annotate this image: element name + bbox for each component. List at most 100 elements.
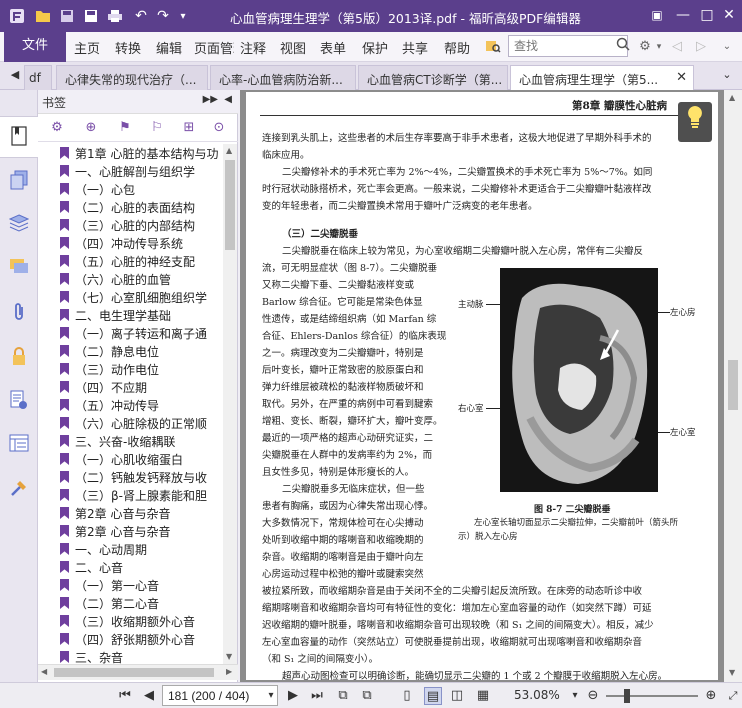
print-icon[interactable] — [106, 7, 124, 25]
menu-share[interactable]: 共享 — [402, 38, 428, 57]
continuous-view-icon[interactable]: ▤ — [424, 687, 442, 705]
first-page-icon[interactable]: ⏮ — [116, 687, 134, 705]
bookmark-item[interactable]: （二）第二心音 — [60, 594, 159, 612]
bookmark-item[interactable]: 一、心脏解剖与组织学 — [60, 162, 195, 180]
bookmark-item[interactable]: 第2章 心音与杂音 — [60, 522, 170, 540]
menu-comment[interactable]: 注释 — [240, 38, 266, 57]
bookmark-item[interactable]: 三、杂音 — [60, 648, 123, 664]
menu-convert[interactable]: 转换 — [115, 38, 141, 57]
customize-dropdown-icon[interactable]: ▾ — [174, 7, 192, 25]
bookmark-item[interactable]: （四）不应期 — [60, 378, 147, 396]
save-icon[interactable] — [58, 7, 76, 25]
tell-me-icon[interactable] — [484, 38, 502, 56]
last-page-icon[interactable]: ⏭ — [308, 687, 326, 705]
new-bookmark-page-icon[interactable]: ⊞ — [180, 119, 198, 137]
bookmark-horizontal-scrollbar[interactable]: ◀ ▶ — [38, 664, 238, 680]
continuous-facing-view-icon[interactable]: ▦ — [474, 687, 492, 705]
bookmark-item[interactable]: （四）舒张期额外心音 — [60, 630, 195, 648]
tab-list-dropdown-icon[interactable]: ⌄ — [718, 66, 736, 84]
tab-1[interactable]: 心律失常的现代治疗（... — [56, 65, 208, 90]
bookmark-item[interactable]: （一）心包 — [60, 180, 135, 198]
maximize-icon[interactable]: □ — [696, 4, 718, 26]
page-dropdown-icon[interactable]: ▾ — [262, 687, 280, 705]
settings-dropdown-icon[interactable]: ▾ — [650, 38, 668, 56]
menu-home[interactable]: 主页 — [74, 38, 100, 57]
bookmark-panel-icon[interactable] — [8, 126, 30, 148]
security-lock-icon[interactable] — [8, 346, 30, 368]
menu-edit[interactable]: 编辑 — [156, 38, 182, 57]
bookmark-item[interactable]: 二、心音 — [60, 558, 123, 576]
fullscreen-icon[interactable]: ⤢ — [724, 687, 742, 705]
zoom-slider-thumb[interactable] — [624, 689, 630, 703]
panel-collapse-icon[interactable]: ◀ — [224, 94, 232, 105]
add-bookmark-icon[interactable]: ⊕ — [82, 119, 100, 137]
scrollbar-thumb[interactable] — [54, 668, 214, 677]
bookmark-item[interactable]: 第2章 心音与杂音 — [60, 504, 170, 522]
tools-icon[interactable] — [8, 478, 30, 500]
minimize-icon[interactable]: — — [672, 4, 694, 26]
bookmark-item[interactable]: 一、心动周期 — [60, 540, 147, 558]
scroll-down-icon[interactable]: ▼ — [226, 652, 232, 661]
scrollbar-thumb[interactable] — [225, 160, 235, 250]
tab-2[interactable]: 心率-心血管病防治新... — [210, 65, 356, 90]
layers-icon[interactable] — [8, 214, 30, 236]
scroll-left-icon[interactable]: ◀ — [41, 667, 47, 676]
document-vertical-scrollbar[interactable]: ▲ ▼ — [724, 90, 742, 682]
bookmark-item[interactable]: （一）第一心音 — [60, 576, 159, 594]
next-view-icon[interactable]: ⧉ — [358, 687, 376, 705]
bookmark-item[interactable]: （三）收缩期额外心音 — [60, 612, 195, 630]
tab-active[interactable]: 心血管病理生理学（第5... ✕ — [510, 65, 694, 90]
content-list-icon[interactable] — [8, 434, 30, 456]
comments-icon[interactable] — [8, 258, 30, 280]
bookmark-item[interactable]: （三）心脏的内部结构 — [60, 216, 195, 234]
scroll-down-icon[interactable]: ▼ — [729, 668, 735, 677]
save-as-icon[interactable] — [82, 7, 100, 25]
bookmark-item[interactable]: （五）心脏的神经支配 — [60, 252, 195, 270]
zoom-out-icon[interactable]: ⊖ — [584, 687, 602, 705]
bookmark-properties-icon[interactable]: ⚐ — [148, 119, 166, 137]
bookmark-flag-icon[interactable]: ⚑ — [116, 119, 134, 137]
attachments-icon[interactable] — [8, 302, 30, 324]
bookmark-vertical-scrollbar[interactable]: ▲ ▼ — [223, 144, 237, 664]
search-icon[interactable] — [614, 37, 632, 55]
search-input[interactable] — [508, 35, 628, 57]
bookmark-item[interactable]: （二）心脏的表面结构 — [60, 198, 195, 216]
lightbulb-tips-icon[interactable] — [678, 102, 712, 142]
nav-back-icon[interactable]: ◁ — [668, 38, 686, 56]
bookmark-item[interactable]: （六）心脏除极的正常顺 — [60, 414, 207, 432]
bookmark-item[interactable]: （二）静息电位 — [60, 342, 159, 360]
close-window-icon[interactable]: ✕ — [718, 4, 740, 26]
previous-page-icon[interactable]: ◀ — [140, 687, 158, 705]
bookmark-item[interactable]: （七）心室肌细胞组织学 — [60, 288, 207, 306]
bookmark-item[interactable]: （五）冲动传导 — [60, 396, 159, 414]
bookmark-item[interactable]: 二、电生理学基础 — [60, 306, 171, 324]
open-folder-icon[interactable] — [34, 7, 52, 25]
pages-thumbnail-icon[interactable] — [8, 170, 30, 192]
ribbon-toggle-icon[interactable]: ▣ — [646, 4, 668, 26]
menu-help[interactable]: 帮助 — [444, 38, 470, 57]
menu-protect[interactable]: 保护 — [362, 38, 388, 57]
bookmark-item[interactable]: （三）β-肾上腺素能和胆 — [60, 486, 207, 504]
bookmark-item[interactable]: （六）心脏的血管 — [60, 270, 171, 288]
bookmark-settings-icon[interactable]: ⚙ — [48, 119, 66, 137]
bookmark-item[interactable]: （三）动作电位 — [60, 360, 159, 378]
file-menu-button[interactable]: 文件 — [4, 32, 66, 62]
tab-3[interactable]: 心血管病CT诊断学（第... — [358, 65, 508, 90]
tab-scroll-left-icon[interactable]: ◀ — [6, 66, 24, 84]
close-tab-icon[interactable]: ✕ — [676, 70, 687, 85]
menu-page-manage[interactable]: 页面管理 — [194, 38, 234, 57]
document-viewport[interactable]: 第8章 瓣膜性心脏病 连接到乳头肌上，这些患者的术后生存率要高于非手术患者，这极… — [240, 90, 742, 682]
panel-expand-icon[interactable]: ▶▶ — [203, 94, 218, 105]
bookmark-item[interactable]: 三、兴奋-收缩耦联 — [60, 432, 175, 450]
ribbon-collapse-icon[interactable]: ⌄ — [718, 38, 736, 56]
scroll-right-icon[interactable]: ▶ — [226, 667, 232, 676]
scroll-up-icon[interactable]: ▲ — [729, 93, 735, 102]
bookmark-item[interactable]: （四）冲动传导系统 — [60, 234, 183, 252]
page-number-input[interactable] — [162, 685, 278, 706]
menu-view[interactable]: 视图 — [280, 38, 306, 57]
previous-view-icon[interactable]: ⧉ — [334, 687, 352, 705]
single-page-view-icon[interactable]: ▯ — [398, 687, 416, 705]
zoom-dropdown-icon[interactable]: ▾ — [566, 687, 584, 705]
signatures-icon[interactable] — [8, 390, 30, 412]
find-bookmark-icon[interactable]: ⊙ — [210, 119, 228, 137]
